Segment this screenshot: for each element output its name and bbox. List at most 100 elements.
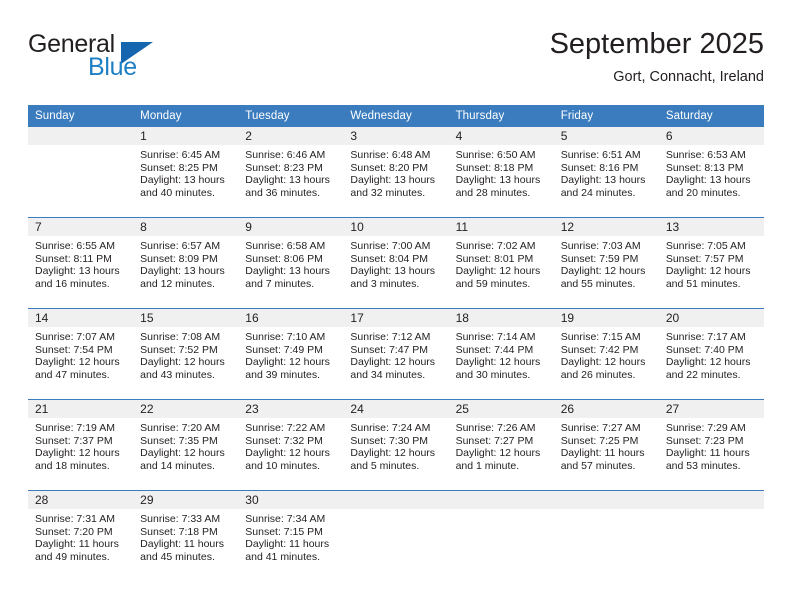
- sunset-text: Sunset: 8:04 PM: [350, 252, 429, 265]
- sunrise-text: Sunrise: 7:14 AM: [455, 331, 536, 343]
- day-details: Sunrise: 6:53 AM Sunset: 8:13 PM Dayligh…: [659, 145, 764, 199]
- day-cell[interactable]: 4 Sunrise: 6:50 AM Sunset: 8:18 PM Dayli…: [448, 127, 554, 218]
- daylight-text-line1: Daylight: 13 hours: [350, 265, 436, 278]
- daylight-text-line2: and 14 minutes.: [140, 459, 215, 472]
- day-cell[interactable]: 21 Sunrise: 7:19 AM Sunset: 7:37 PM Dayl…: [28, 399, 134, 491]
- sunset-text: Sunset: 7:49 PM: [245, 343, 323, 356]
- day-cell[interactable]: 13 Sunrise: 7:05 AM Sunset: 7:57 PM Dayl…: [658, 217, 764, 309]
- day-details: Sunrise: 6:46 AM Sunset: 8:23 PM Dayligh…: [238, 145, 343, 199]
- day-details: Sunrise: 7:29 AM Sunset: 7:23 PM Dayligh…: [659, 418, 764, 472]
- day-details: Sunrise: 7:27 AM Sunset: 7:25 PM Dayligh…: [554, 418, 659, 472]
- day-cell[interactable]: [448, 490, 554, 581]
- day-cell[interactable]: 2 Sunrise: 6:46 AM Sunset: 8:23 PM Dayli…: [238, 127, 344, 218]
- day-details: Sunrise: 7:00 AM Sunset: 8:04 PM Dayligh…: [343, 236, 448, 290]
- day-cell[interactable]: 6 Sunrise: 6:53 AM Sunset: 8:13 PM Dayli…: [658, 127, 764, 218]
- day-cell[interactable]: 16 Sunrise: 7:10 AM Sunset: 7:49 PM Dayl…: [238, 308, 344, 400]
- day-details: Sunrise: 7:05 AM Sunset: 7:57 PM Dayligh…: [659, 236, 764, 290]
- day-details: Sunrise: 6:48 AM Sunset: 8:20 PM Dayligh…: [343, 145, 448, 199]
- day-details: Sunrise: 7:34 AM Sunset: 7:15 PM Dayligh…: [238, 509, 343, 563]
- daylight-text-line2: and 51 minutes.: [665, 277, 741, 290]
- daylight-text-line2: and 49 minutes.: [35, 550, 110, 563]
- day-cell[interactable]: 29 Sunrise: 7:33 AM Sunset: 7:18 PM Dayl…: [133, 490, 239, 581]
- daylight-text-line2: and 55 minutes.: [560, 277, 636, 290]
- day-number: 20: [658, 309, 764, 327]
- day-cell[interactable]: 27 Sunrise: 7:29 AM Sunset: 7:23 PM Dayl…: [658, 399, 764, 491]
- day-details: [554, 509, 659, 513]
- sunset-text: Sunset: 8:06 PM: [245, 252, 323, 265]
- sunrise-text: Sunrise: 7:19 AM: [35, 422, 115, 434]
- daylight-text-line1: Daylight: 12 hours: [455, 265, 541, 278]
- daylight-text-line2: and 34 minutes.: [350, 368, 426, 381]
- day-cell[interactable]: 9 Sunrise: 6:58 AM Sunset: 8:06 PM Dayli…: [238, 217, 344, 309]
- day-cell[interactable]: 17 Sunrise: 7:12 AM Sunset: 7:47 PM Dayl…: [343, 308, 449, 400]
- sunrise-text: Sunrise: 6:45 AM: [140, 149, 221, 161]
- weekday-header-friday: Friday: [553, 105, 659, 127]
- daylight-text-line2: and 7 minutes.: [245, 277, 315, 290]
- day-details: Sunrise: 6:51 AM Sunset: 8:16 PM Dayligh…: [554, 145, 659, 199]
- daylight-text-line2: and 16 minutes.: [35, 277, 110, 290]
- daylight-text-line1: Daylight: 13 hours: [245, 174, 330, 187]
- general-blue-logo[interactable]: General Blue: [28, 30, 208, 88]
- day-cell[interactable]: 24 Sunrise: 7:24 AM Sunset: 7:30 PM Dayl…: [343, 399, 449, 491]
- day-cell[interactable]: 3 Sunrise: 6:48 AM Sunset: 8:20 PM Dayli…: [343, 127, 449, 218]
- day-cell[interactable]: 7 Sunrise: 6:55 AM Sunset: 8:11 PM Dayli…: [28, 217, 134, 309]
- sunrise-text: Sunrise: 6:58 AM: [245, 240, 326, 252]
- day-cell[interactable]: 25 Sunrise: 7:26 AM Sunset: 7:27 PM Dayl…: [448, 399, 554, 491]
- sunset-text: Sunset: 8:18 PM: [455, 161, 534, 174]
- day-cell[interactable]: 15 Sunrise: 7:08 AM Sunset: 7:52 PM Dayl…: [133, 308, 239, 400]
- day-cell[interactable]: 14 Sunrise: 7:07 AM Sunset: 7:54 PM Dayl…: [28, 308, 134, 400]
- day-details: Sunrise: 7:31 AM Sunset: 7:20 PM Dayligh…: [28, 509, 133, 563]
- sunrise-text: Sunrise: 6:53 AM: [665, 149, 746, 161]
- day-cell[interactable]: [658, 490, 764, 581]
- day-cell[interactable]: [28, 127, 134, 218]
- day-cell[interactable]: 11 Sunrise: 7:02 AM Sunset: 8:01 PM Dayl…: [448, 217, 554, 309]
- day-details: Sunrise: 6:50 AM Sunset: 8:18 PM Dayligh…: [449, 145, 554, 199]
- day-details: Sunrise: 7:03 AM Sunset: 7:59 PM Dayligh…: [554, 236, 659, 290]
- daylight-text-line2: and 18 minutes.: [35, 459, 110, 472]
- sunset-text: Sunset: 7:40 PM: [665, 343, 744, 356]
- day-cell[interactable]: 18 Sunrise: 7:14 AM Sunset: 7:44 PM Dayl…: [448, 308, 554, 400]
- day-number: 4: [448, 127, 554, 145]
- day-details: Sunrise: 7:10 AM Sunset: 7:49 PM Dayligh…: [238, 327, 343, 381]
- day-cell[interactable]: 10 Sunrise: 7:00 AM Sunset: 8:04 PM Dayl…: [343, 217, 449, 309]
- day-cell[interactable]: [553, 490, 659, 581]
- day-details: Sunrise: 7:33 AM Sunset: 7:18 PM Dayligh…: [133, 509, 238, 563]
- day-number: 28: [28, 491, 134, 509]
- day-number: [448, 491, 554, 509]
- day-details: [659, 509, 764, 513]
- day-cell[interactable]: 22 Sunrise: 7:20 AM Sunset: 7:35 PM Dayl…: [133, 399, 239, 491]
- day-cell[interactable]: 30 Sunrise: 7:34 AM Sunset: 7:15 PM Dayl…: [238, 490, 344, 581]
- day-number: 11: [448, 218, 554, 236]
- sunrise-text: Sunrise: 7:22 AM: [245, 422, 326, 434]
- day-cell[interactable]: 20 Sunrise: 7:17 AM Sunset: 7:40 PM Dayl…: [658, 308, 764, 400]
- sunset-text: Sunset: 7:59 PM: [560, 252, 639, 265]
- day-number: 18: [448, 309, 554, 327]
- sunrise-text: Sunrise: 7:29 AM: [665, 422, 746, 434]
- day-details: Sunrise: 6:58 AM Sunset: 8:06 PM Dayligh…: [238, 236, 343, 290]
- day-details: [343, 509, 448, 513]
- day-cell[interactable]: 8 Sunrise: 6:57 AM Sunset: 8:09 PM Dayli…: [133, 217, 239, 309]
- day-details: Sunrise: 7:20 AM Sunset: 7:35 PM Dayligh…: [133, 418, 238, 472]
- sunrise-text: Sunrise: 7:00 AM: [350, 240, 431, 252]
- daylight-text-line2: and 26 minutes.: [560, 368, 636, 381]
- sunset-text: Sunset: 7:32 PM: [245, 434, 323, 447]
- day-cell[interactable]: 26 Sunrise: 7:27 AM Sunset: 7:25 PM Dayl…: [553, 399, 659, 491]
- day-cell[interactable]: [343, 490, 449, 581]
- day-cell[interactable]: 19 Sunrise: 7:15 AM Sunset: 7:42 PM Dayl…: [553, 308, 659, 400]
- daylight-text-line1: Daylight: 11 hours: [665, 447, 750, 460]
- sunset-text: Sunset: 7:35 PM: [140, 434, 218, 447]
- day-cell[interactable]: 28 Sunrise: 7:31 AM Sunset: 7:20 PM Dayl…: [28, 490, 134, 581]
- day-cell[interactable]: 1 Sunrise: 6:45 AM Sunset: 8:25 PM Dayli…: [133, 127, 239, 218]
- day-number: 10: [343, 218, 449, 236]
- day-cell[interactable]: 5 Sunrise: 6:51 AM Sunset: 8:16 PM Dayli…: [553, 127, 659, 218]
- month-calendar-grid: Sunday Monday Tuesday Wednesday Thursday…: [28, 105, 764, 581]
- daylight-text-line1: Daylight: 12 hours: [350, 356, 436, 369]
- day-cell[interactable]: 23 Sunrise: 7:22 AM Sunset: 7:32 PM Dayl…: [238, 399, 344, 491]
- day-number: 6: [658, 127, 764, 145]
- daylight-text-line1: Daylight: 13 hours: [350, 174, 436, 187]
- day-cell[interactable]: 12 Sunrise: 7:03 AM Sunset: 7:59 PM Dayl…: [553, 217, 659, 309]
- daylight-text-line1: Daylight: 13 hours: [560, 174, 646, 187]
- sunrise-text: Sunrise: 7:20 AM: [140, 422, 221, 434]
- daylight-text-line1: Daylight: 12 hours: [35, 447, 120, 460]
- daylight-text-line2: and 20 minutes.: [665, 186, 741, 199]
